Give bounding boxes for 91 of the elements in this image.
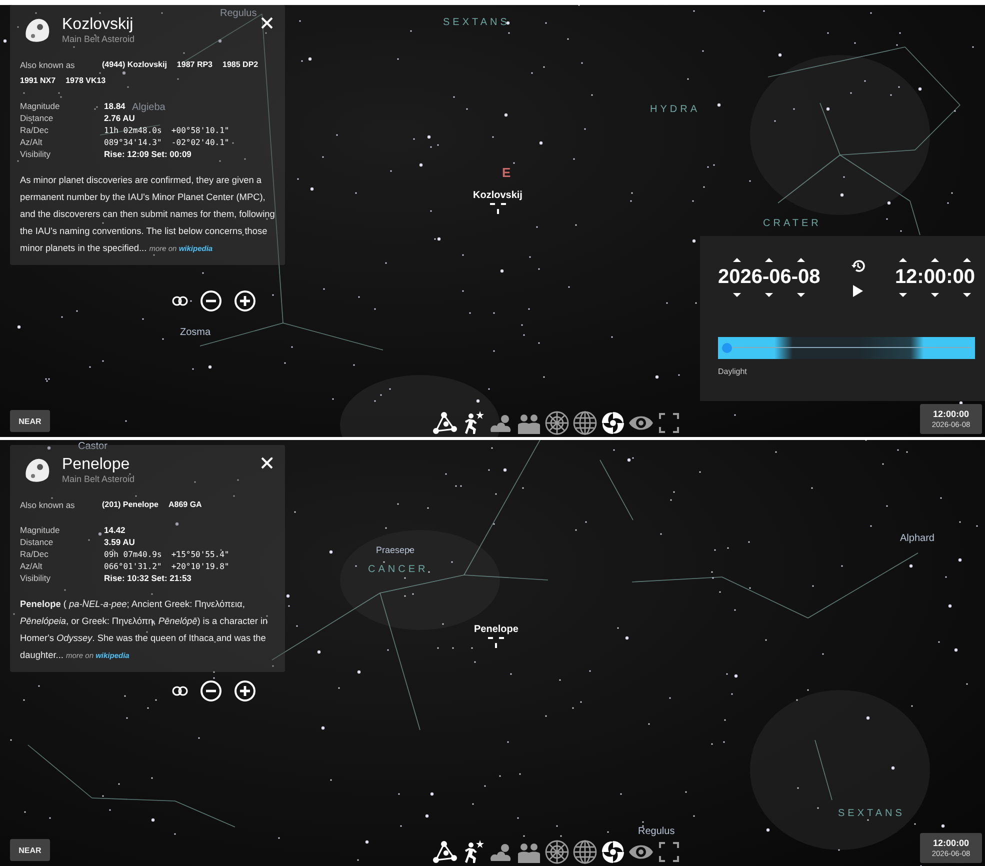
star-label: Regulus [220, 8, 257, 19]
alias-value: 1978 VK13 [66, 75, 106, 87]
constellation-lines-icon[interactable] [432, 839, 458, 865]
constellation-lines-icon[interactable] [432, 410, 458, 436]
reticle-icon [486, 637, 506, 649]
reticle-icon [488, 203, 508, 215]
object-name: Penelope [62, 456, 131, 474]
field-value: Rise: 10:32 Set: 21:53 [104, 573, 192, 584]
clock-time: 12:00:00 [932, 409, 970, 419]
object-label: Penelope [474, 624, 518, 635]
field-value: 089°34'14.3" -02°02'40.1" [104, 137, 230, 148]
date-value: 2026-06-08 [718, 266, 820, 289]
field-label: Magnitude [20, 525, 61, 536]
spiral-icon[interactable] [600, 410, 626, 436]
object-name: Kozlovskij [62, 16, 134, 34]
star-label: Zosma [180, 327, 211, 338]
link-icon[interactable] [172, 296, 188, 306]
increment-arrow-icon[interactable] [898, 258, 907, 262]
zoom-in-icon[interactable] [234, 680, 256, 702]
object-label: Kozlovskij [473, 190, 522, 201]
field-value: 11h 02m48.0s +00°58'10.1" [104, 125, 230, 136]
field-label: Also known as [20, 499, 76, 511]
close-button[interactable] [259, 15, 275, 31]
zoom-out-icon[interactable] [200, 680, 222, 702]
wheel-grid-icon[interactable] [544, 410, 570, 436]
zoom-in-icon[interactable] [234, 290, 256, 312]
star-label: Regulus [638, 826, 675, 837]
increment-arrow-icon[interactable] [930, 258, 939, 262]
field-label: Magnitude [20, 101, 61, 112]
alias-value: 1991 NX7 [20, 75, 56, 87]
field-label: Distance [20, 113, 54, 124]
field-value: 09h 07m40.9s +15°50'55.4" [104, 549, 230, 560]
star-label: Castor [78, 441, 108, 452]
field-value: 14.42 [104, 525, 126, 536]
alias-value: 1985 DP2 [222, 59, 258, 71]
constellation-label: SEXTANS [443, 17, 510, 28]
cluster-label: Praesepe [376, 545, 415, 555]
star-label: Algieba [132, 102, 166, 113]
field-value: 2.76 AU [104, 113, 135, 124]
near-button[interactable]: NEAR [10, 839, 50, 861]
star-label: Alphard [900, 533, 934, 544]
decrement-arrow-icon[interactable] [930, 293, 939, 297]
field-label: Az/Alt [20, 137, 44, 148]
fullscreen-icon[interactable] [656, 839, 682, 865]
increment-arrow-icon[interactable] [962, 258, 971, 262]
constellation-label: SEXTANS [838, 808, 905, 819]
clock-time: 12:00:00 [932, 838, 970, 848]
constellation-label: CANCER [368, 564, 428, 575]
field-label: Also known as [20, 59, 76, 71]
play-icon[interactable] [852, 284, 863, 296]
object-type: Main Belt Asteroid [62, 474, 136, 484]
field-label: Az/Alt [20, 561, 44, 572]
decrement-arrow-icon[interactable] [797, 293, 806, 297]
compass-label: E [502, 165, 511, 180]
field-label: Visibility [20, 573, 52, 584]
daylight-slider[interactable] [718, 337, 975, 359]
alias-value: (201) Penelope [102, 499, 158, 511]
increment-arrow-icon[interactable] [765, 258, 774, 262]
increment-arrow-icon[interactable] [733, 258, 742, 262]
decrement-arrow-icon[interactable] [765, 293, 774, 297]
slider-thumb[interactable] [722, 343, 732, 353]
close-button[interactable] [259, 455, 275, 471]
near-button[interactable]: NEAR [10, 410, 50, 432]
field-label: Ra/Dec [20, 549, 50, 560]
decrement-arrow-icon[interactable] [733, 293, 742, 297]
zoom-out-icon[interactable] [200, 290, 222, 312]
constellation-label: HYDRA [650, 104, 700, 115]
link-icon[interactable] [172, 686, 188, 696]
field-label: Visibility [20, 149, 52, 160]
constellation-label: CRATER [763, 218, 822, 229]
alias-value: A869 GA [168, 499, 202, 511]
globe-grid-icon[interactable] [572, 839, 598, 865]
field-value: 3.59 AU [104, 537, 135, 548]
increment-arrow-icon[interactable] [797, 258, 806, 262]
wheel-grid-icon[interactable] [544, 839, 570, 865]
history-icon[interactable] [850, 258, 865, 272]
time-value: 12:00:00 [894, 266, 975, 289]
object-type: Main Belt Asteroid [62, 34, 136, 44]
field-value: 18.84 [104, 101, 126, 112]
field-value: Rise: 12:09 Set: 00:09 [104, 149, 192, 160]
fullscreen-icon[interactable] [656, 410, 682, 436]
field-value: 066°01'31.2" +20°10'19.8" [104, 561, 230, 572]
alias-value: (4944) Kozlovskij [102, 59, 167, 71]
globe-grid-icon[interactable] [572, 410, 598, 436]
field-label: Ra/Dec [20, 125, 50, 136]
decrement-arrow-icon[interactable] [898, 293, 907, 297]
spiral-icon[interactable] [600, 839, 626, 865]
alias-value: 1987 RP3 [176, 59, 213, 71]
decrement-arrow-icon[interactable] [962, 293, 971, 297]
field-label: Distance [20, 537, 54, 548]
slider-label: Daylight [718, 367, 748, 376]
